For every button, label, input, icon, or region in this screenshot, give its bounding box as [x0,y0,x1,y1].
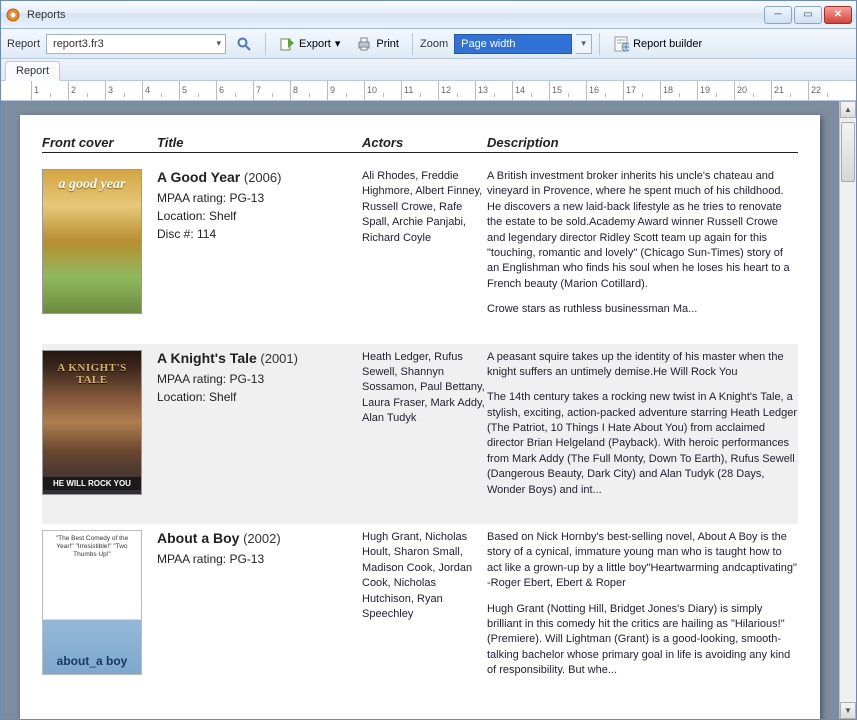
zoom-value: Page width [461,38,567,50]
movie-location: Location: Shelf [157,388,362,406]
report-label: Report [7,38,40,50]
tab-report[interactable]: Report [5,61,60,81]
vertical-scrollbar[interactable]: ▲ ▼ [839,101,856,719]
movie-rating: MPAA rating: PG-13 [157,189,362,207]
close-button[interactable]: ✕ [824,6,852,24]
report-value: report3.fr3 [53,38,206,50]
report-combo[interactable]: report3.fr3 ▾ [46,34,226,54]
minimize-button[interactable]: ─ [764,6,792,24]
toolbar: Report report3.fr3 ▾ Export ▾ Print Zoom [1,29,856,59]
report-builder-button[interactable]: Report builder [607,33,708,55]
movie-actors: Hugh Grant, Nicholas Hoult, Sharon Small… [362,530,487,689]
report-row: A KNIGHT'S TALE HE WILL ROCK YOU A Knight'… [42,344,798,525]
movie-title: A Knight's Tale [157,350,257,366]
movie-actors: Heath Ledger, Rufus Sewell, Shannyn Soss… [362,350,487,509]
report-page: Front cover Title Actors Description a g… [20,115,820,719]
titlebar[interactable]: Reports ─ ▭ ✕ [1,1,856,29]
cover-logo: about_a boy [43,654,141,668]
movie-actors: Ali Rhodes, Freddie Highmore, Albert Fin… [362,169,487,328]
search-button[interactable] [230,33,258,55]
ruler: 12345678910111213141516171819202122 [1,81,856,101]
scroll-thumb[interactable] [841,122,855,182]
search-icon [236,36,252,52]
column-headers: Front cover Title Actors Description [42,135,798,153]
movie-disc: Disc #: 114 [157,225,362,243]
cover-title: A KNIGHT'S TALE [43,359,141,389]
workspace: Front cover Title Actors Description a g… [1,101,856,719]
app-window: Reports ─ ▭ ✕ Report report3.fr3 ▾ Expor… [0,0,857,720]
zoom-dropdown-button[interactable]: ▾ [576,34,592,54]
movie-year: (2006) [240,170,281,185]
export-icon [279,36,295,52]
cover-thumbnail: a good year [42,169,142,314]
header-actors: Actors [362,135,487,150]
zoom-combo[interactable]: Page width [454,34,572,54]
movie-year: (2002) [239,531,280,546]
maximize-button[interactable]: ▭ [794,6,822,24]
movie-title: A Good Year [157,169,240,185]
print-icon [356,36,372,52]
print-label: Print [376,38,399,50]
movie-description: A peasant squire takes up the identity o… [487,350,798,509]
header-cover: Front cover [42,135,157,150]
report-row: "The Best Comedy of the Year!" "Irresist… [42,524,798,705]
movie-title: About a Boy [157,530,239,546]
report-builder-label: Report builder [633,38,702,50]
movie-description: Based on Nick Hornby's best-selling nove… [487,530,798,689]
header-title: Title [157,135,362,150]
report-builder-icon [613,36,629,52]
cover-quotes: "The Best Comedy of the Year!" "Irresist… [43,535,141,559]
window-title: Reports [27,9,764,21]
scroll-down-button[interactable]: ▼ [840,702,856,719]
movie-location: Location: Shelf [157,207,362,225]
movie-year: (2001) [257,351,298,366]
movie-description: A British investment broker inherits his… [487,169,798,328]
cover-tagline: HE WILL ROCK YOU [43,477,141,490]
cover-thumbnail: A KNIGHT'S TALE HE WILL ROCK YOU [42,350,142,495]
header-description: Description [487,135,798,150]
cover-thumbnail: "The Best Comedy of the Year!" "Irresist… [42,530,142,675]
scroll-track[interactable] [840,118,856,702]
print-button[interactable]: Print [350,33,405,55]
app-icon [5,7,21,23]
chevron-down-icon: ▾ [335,37,341,50]
chevron-down-icon: ▾ [217,38,222,49]
scroll-up-button[interactable]: ▲ [840,101,856,118]
export-label: Export [299,38,331,50]
movie-rating: MPAA rating: PG-13 [157,370,362,388]
movie-rating: MPAA rating: PG-13 [157,550,362,568]
cover-title: a good year [43,174,141,196]
page-area[interactable]: Front cover Title Actors Description a g… [1,101,839,719]
zoom-label: Zoom [420,38,448,50]
tabstrip: Report [1,59,856,81]
report-row: a good year A Good Year (2006) MPAA rating… [42,163,798,344]
export-button[interactable]: Export ▾ [273,33,346,55]
